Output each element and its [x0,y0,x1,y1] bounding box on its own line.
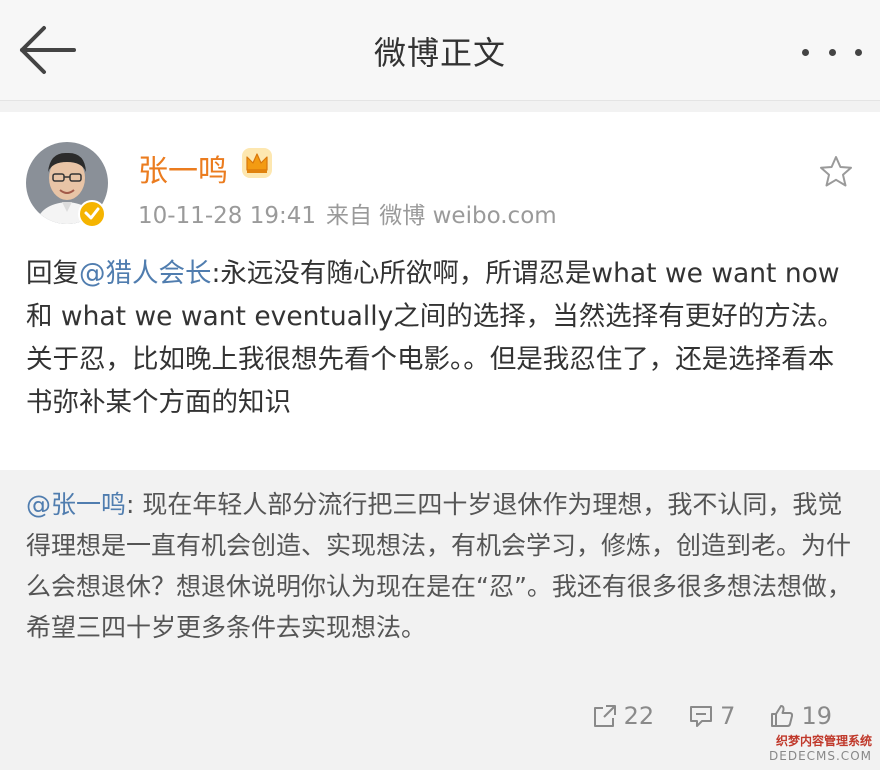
thumbs-up-icon [769,703,795,729]
repost-button[interactable]: 22 [592,702,655,730]
quoted-mention-link[interactable]: @张一鸣 [26,490,126,519]
like-button[interactable]: 19 [769,702,832,730]
verified-badge-icon [78,200,106,228]
reply-prefix: 回复 [26,258,79,289]
repost-icon [592,703,618,729]
top-navigation-bar: 微博正文 [0,0,880,101]
action-bar: 22 7 19 [592,702,832,730]
watermark-line-1: 织梦内容管理系统 [775,734,872,748]
comment-button[interactable]: 7 [688,702,735,730]
like-count: 19 [801,702,832,730]
author-name[interactable]: 张一鸣 [138,146,228,190]
comment-icon [688,703,714,729]
post-content: 回复@猎人会长:永远没有随心所欲啊，所谓忍是what we want now 和… [26,252,856,424]
repost-count: 22 [623,702,655,730]
favorite-star-icon[interactable] [818,154,854,190]
mention-link[interactable]: @猎人会长 [79,258,212,289]
post-timestamp: 10-11-28 19:41 [138,203,316,229]
post-source: 来自 微博 weibo.com [326,203,557,229]
weibo-post: 张一鸣 10-11-28 19:41 来自 微博 weibo.com 回复@猎人会… [0,112,880,470]
page-title: 微博正文 [373,34,506,72]
quoted-post[interactable]: @张一鸣: 现在年轻人部分流行把三四十岁退休作为理想，我不认同，我觉得理想是一直… [0,470,880,770]
quoted-body-text: : 现在年轻人部分流行把三四十岁退休作为理想，我不认同，我觉得理想是一直有机会创… [26,490,852,642]
quoted-post-content: @张一鸣: 现在年轻人部分流行把三四十岁退休作为理想，我不认同，我觉得理想是一直… [26,484,856,648]
comment-count: 7 [720,702,736,730]
site-watermark: 织梦内容管理系统 DEDECMS.COM [769,734,872,764]
more-options-icon[interactable] [802,26,862,78]
post-meta: 10-11-28 19:41 来自 微博 weibo.com [138,196,557,230]
vip-crown-icon [240,146,274,180]
watermark-line-2: DEDECMS.COM [769,749,872,763]
